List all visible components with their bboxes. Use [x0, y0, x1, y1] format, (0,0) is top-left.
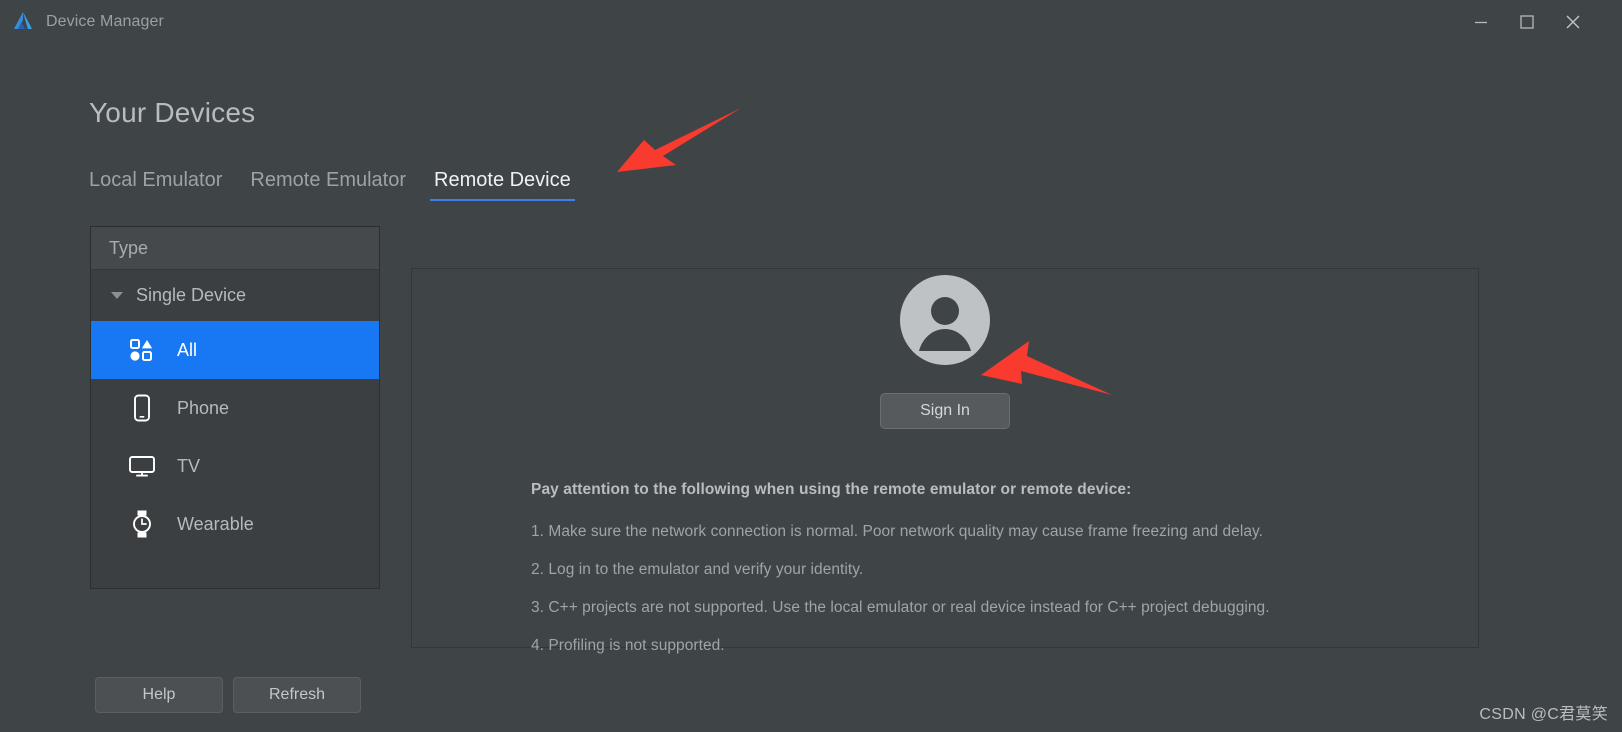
window-controls — [1458, 0, 1622, 44]
device-type-item-all[interactable]: All — [91, 321, 379, 379]
device-manager-window: Device Manager Your Devices Local Emulat… — [0, 0, 1622, 732]
help-button[interactable]: Help — [95, 677, 223, 713]
maximize-button[interactable] — [1504, 0, 1550, 44]
device-type-item-tv[interactable]: TV — [91, 437, 379, 495]
page-title: Your Devices — [89, 97, 256, 128]
title-bar: Device Manager — [0, 0, 1622, 44]
notice-item: 1. Make sure the network connection is n… — [531, 523, 1263, 540]
notice-title: Pay attention to the following when usin… — [531, 481, 1132, 498]
watch-icon — [127, 510, 157, 538]
maximize-icon — [1520, 15, 1534, 29]
footer-button-row: Help Refresh — [95, 677, 361, 713]
user-avatar-icon — [900, 275, 990, 365]
red-arrow-to-remote-device-tab — [617, 108, 741, 172]
minimize-button[interactable] — [1458, 0, 1504, 44]
shapes-grid-icon — [127, 339, 157, 361]
tv-monitor-icon — [127, 454, 157, 478]
tab-remote-emulator[interactable]: Remote Emulator — [250, 169, 406, 201]
device-type-panel: Type Single Device All Phone TV Wearable — [90, 226, 380, 589]
deveco-logo-icon — [14, 12, 32, 29]
chevron-down-icon — [111, 292, 123, 299]
sign-in-button[interactable]: Sign In — [880, 393, 1010, 429]
window-title: Device Manager — [46, 13, 164, 30]
close-button[interactable] — [1550, 0, 1596, 44]
device-type-label: TV — [177, 455, 201, 476]
device-type-list: Single Device All Phone TV Wearable — [91, 270, 379, 588]
tab-local-emulator[interactable]: Local Emulator — [89, 169, 222, 201]
tab-remote-device[interactable]: Remote Device — [430, 169, 575, 201]
device-type-column-header: Type — [91, 227, 379, 270]
remote-device-panel: Sign In Pay attention to the following w… — [411, 268, 1479, 654]
watermark: CSDN @C君莫笑 — [1479, 706, 1608, 723]
device-group-single-device[interactable]: Single Device — [91, 270, 379, 321]
main-content: Your Devices Local Emulator Remote Emula… — [0, 44, 1622, 732]
refresh-button[interactable]: Refresh — [233, 677, 361, 713]
minimize-icon — [1475, 21, 1487, 24]
avatar — [900, 275, 990, 365]
tab-bar: Local Emulator Remote Emulator Remote De… — [89, 169, 599, 201]
device-type-label: All — [177, 339, 198, 360]
notice-item: 3. C++ projects are not supported. Use t… — [531, 599, 1270, 616]
notice-item: 2. Log in to the emulator and verify you… — [531, 561, 864, 578]
device-type-label: Phone — [177, 397, 230, 418]
notice-item: 4. Profiling is not supported. — [531, 637, 725, 654]
device-group-label: Single Device — [136, 285, 247, 305]
phone-icon — [127, 394, 157, 422]
notice-block: Pay attention to the following when usin… — [531, 481, 1431, 655]
close-icon — [1566, 15, 1580, 29]
device-type-item-wearable[interactable]: Wearable — [91, 495, 379, 553]
device-type-item-phone[interactable]: Phone — [91, 379, 379, 437]
device-type-label: Wearable — [177, 513, 254, 534]
